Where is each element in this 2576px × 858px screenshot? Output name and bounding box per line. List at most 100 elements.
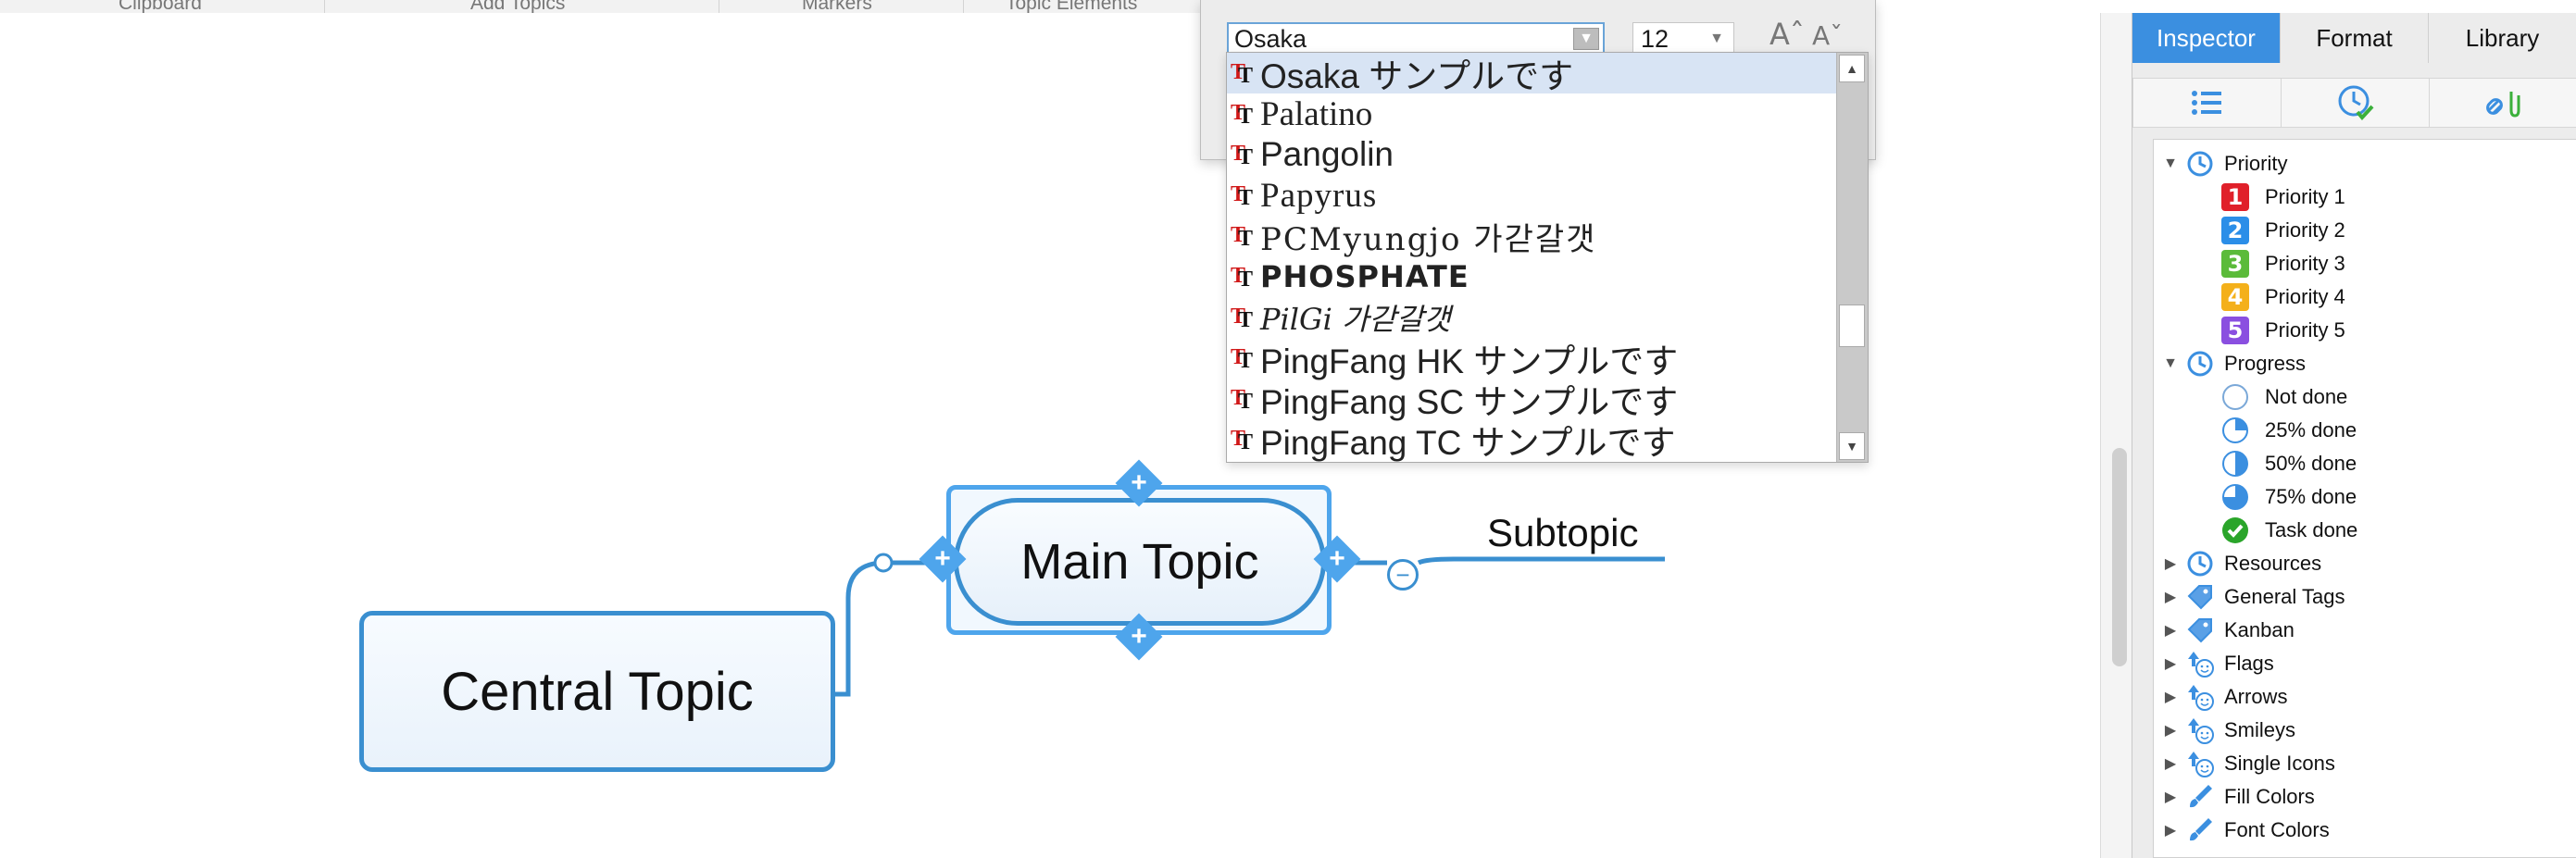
- tree-group-kanban[interactable]: ▶ Kanban: [2161, 614, 2295, 647]
- decrease-font-size-button[interactable]: Aˇ: [1812, 20, 1843, 51]
- ribbon-separator: [963, 0, 964, 13]
- subtab-links[interactable]: [2429, 78, 2576, 128]
- triangle-right-icon[interactable]: ▶: [2161, 588, 2180, 606]
- clock-check-icon: [2338, 85, 2373, 121]
- font-list-scrollbar[interactable]: ▲ ▼: [1836, 53, 1868, 462]
- check-circle-icon: [2220, 516, 2250, 545]
- tab-library[interactable]: Library: [2429, 13, 2576, 63]
- priority-1-badge: 1: [2221, 183, 2249, 211]
- tab-format[interactable]: Format: [2281, 13, 2429, 63]
- font-option-pingfang-sc[interactable]: TT PingFang SC サンプルです: [1227, 379, 1838, 421]
- tree-item-priority-4[interactable]: 4 Priority 4: [2217, 280, 2345, 314]
- chevron-down-icon[interactable]: ▼: [1573, 28, 1599, 50]
- main-topic[interactable]: Main Topic: [954, 498, 1326, 626]
- font-family-combo[interactable]: Osaka ▼: [1227, 22, 1605, 56]
- tree-group-arrows[interactable]: ▶ Arrows: [2161, 680, 2287, 714]
- priority-4-badge: 4: [2221, 283, 2249, 311]
- subtopic-line: [1417, 556, 1665, 566]
- truetype-font-icon: TT: [1231, 345, 1254, 373]
- font-option-pingfang-hk[interactable]: TT PingFang HK サンプルです: [1227, 338, 1838, 380]
- truetype-font-icon: TT: [1231, 264, 1254, 292]
- paintbrush-icon: [2185, 815, 2215, 845]
- inspector-subtabs: [2132, 78, 2576, 128]
- tree-item-50-done[interactable]: 50% done: [2217, 447, 2357, 480]
- tree-item-priority-5[interactable]: 5 Priority 5: [2217, 314, 2345, 347]
- tag-icon: [2185, 616, 2215, 645]
- tree-item-priority-2[interactable]: 2 Priority 2: [2217, 214, 2345, 247]
- triangle-right-icon[interactable]: ▶: [2161, 554, 2180, 573]
- font-option-osaka[interactable]: TT Osaka サンプルです: [1227, 53, 1838, 95]
- collapse-button[interactable]: −: [1387, 559, 1419, 591]
- chevron-down-icon[interactable]: ▼: [1709, 23, 1724, 55]
- font-option-pingfang-tc[interactable]: TT PingFang TC サンプルです: [1227, 419, 1838, 462]
- plus-icon: +: [1131, 467, 1147, 498]
- subtopic[interactable]: Subtopic: [1487, 511, 1638, 555]
- subtab-markers[interactable]: [2132, 78, 2282, 128]
- tab-inspector[interactable]: Inspector: [2132, 13, 2281, 63]
- font-family-value: Osaka: [1234, 25, 1307, 53]
- truetype-font-icon: TT: [1231, 427, 1254, 454]
- triangle-right-icon[interactable]: ▶: [2161, 654, 2180, 673]
- triangle-down-icon[interactable]: ▼: [2161, 155, 2180, 172]
- tree-group-progress[interactable]: ▼ Progress: [2161, 347, 2306, 380]
- triangle-right-icon[interactable]: ▶: [2161, 621, 2180, 640]
- plus-icon: +: [1131, 621, 1147, 652]
- triangle-down-icon[interactable]: ▼: [2161, 355, 2180, 372]
- add-topic-handle-bottom[interactable]: +: [1115, 613, 1163, 661]
- font-option-papyrus[interactable]: TT Papyrus: [1227, 175, 1838, 216]
- tree-item-label: Priority 2: [2265, 218, 2345, 242]
- increase-font-size-button[interactable]: Aˆ: [1769, 17, 1805, 52]
- tree-group-label: Resources: [2224, 552, 2322, 575]
- triangle-right-icon[interactable]: ▶: [2161, 821, 2180, 839]
- triangle-right-icon[interactable]: ▶: [2161, 721, 2180, 740]
- font-option-pilgi[interactable]: TT PilGi 가갇갈갯: [1227, 297, 1838, 338]
- central-topic[interactable]: Central Topic: [359, 611, 835, 772]
- plus-icon: +: [934, 543, 951, 574]
- truetype-font-icon: TT: [1231, 223, 1254, 251]
- marker-tree[interactable]: ▼ Priority 1 Priority 1 2 Priority 2 3 P…: [2153, 139, 2576, 858]
- tree-item-75-done[interactable]: 75% done: [2217, 480, 2357, 514]
- font-option-palatino[interactable]: TT Palatino: [1227, 93, 1838, 134]
- tree-item-label: Task done: [2265, 518, 2358, 541]
- tree-group-general-tags[interactable]: ▶ General Tags: [2161, 580, 2345, 614]
- tree-item-label: 50% done: [2265, 452, 2357, 475]
- tree-item-priority-3[interactable]: 3 Priority 3: [2217, 247, 2345, 280]
- font-option-pcmyungjo[interactable]: TT PCMyungjo 가갇갈갯: [1227, 216, 1838, 258]
- tree-group-smileys[interactable]: ▶ Smileys: [2161, 714, 2295, 747]
- add-topic-handle-left[interactable]: +: [919, 535, 967, 583]
- tree-group-flags[interactable]: ▶ Flags: [2161, 647, 2274, 680]
- tree-group-label: Flags: [2224, 652, 2274, 675]
- tree-item-priority-1[interactable]: 1 Priority 1: [2217, 180, 2345, 214]
- canvas-scroll-thumb[interactable]: [2112, 448, 2127, 666]
- tree-item-label: Priority 1: [2265, 185, 2345, 208]
- smiley-arrow-icon: [2185, 715, 2215, 745]
- scroll-thumb[interactable]: [1839, 305, 1865, 347]
- triangle-right-icon[interactable]: ▶: [2161, 754, 2180, 773]
- font-option-pangolin[interactable]: TT Pangolin: [1227, 134, 1838, 175]
- add-topic-handle-right[interactable]: +: [1313, 535, 1361, 583]
- tree-item-25-done[interactable]: 25% done: [2217, 414, 2357, 447]
- scroll-up-arrow-icon[interactable]: ▲: [1839, 55, 1865, 82]
- triangle-right-icon[interactable]: ▶: [2161, 688, 2180, 706]
- tree-group-priority[interactable]: ▼ Priority: [2161, 147, 2287, 180]
- scroll-down-arrow-icon[interactable]: ▼: [1839, 432, 1865, 460]
- tree-group-single-icons[interactable]: ▶ Single Icons: [2161, 747, 2335, 780]
- tree-group-resources[interactable]: ▶ Resources: [2161, 547, 2321, 580]
- font-dropdown-list[interactable]: TT Osaka サンプルです TT Palatino TT Pangolin …: [1226, 52, 1869, 463]
- add-topic-handle-top[interactable]: +: [1115, 459, 1163, 507]
- font-option-phosphate[interactable]: TT PHOSPHATE: [1227, 256, 1838, 297]
- triangle-right-icon[interactable]: ▶: [2161, 788, 2180, 806]
- tree-item-not-done[interactable]: Not done: [2217, 380, 2347, 414]
- tree-group-fill-colors[interactable]: ▶ Fill Colors: [2161, 780, 2315, 814]
- font-option-label: Papyrus: [1260, 176, 1378, 215]
- font-option-label: Pangolin: [1260, 135, 1394, 173]
- progress-half-icon: [2220, 449, 2250, 479]
- font-size-combo[interactable]: 12 ▼: [1632, 22, 1734, 56]
- smiley-arrow-icon: [2185, 749, 2215, 778]
- tree-item-task-done[interactable]: Task done: [2217, 514, 2357, 547]
- subtab-task-info[interactable]: [2281, 78, 2430, 128]
- tree-group-font-colors[interactable]: ▶ Font Colors: [2161, 814, 2330, 847]
- font-option-label: PHOSPHATE: [1260, 259, 1469, 294]
- tree-group-label: Single Icons: [2224, 752, 2335, 775]
- truetype-font-icon: TT: [1231, 182, 1254, 210]
